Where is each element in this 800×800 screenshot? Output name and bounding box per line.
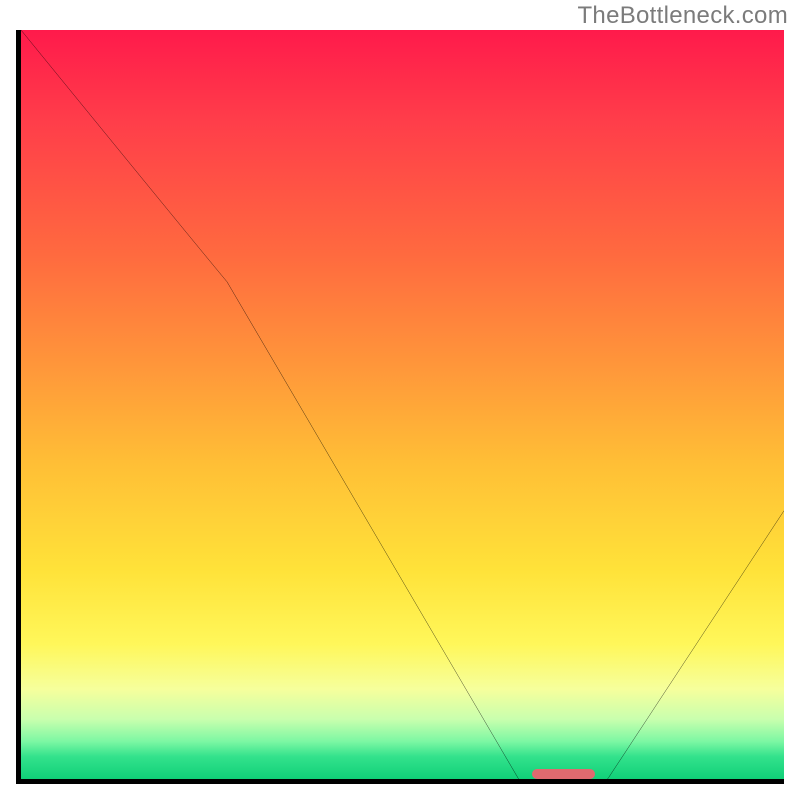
minimum-marker xyxy=(532,769,595,779)
plot-area xyxy=(16,30,784,784)
watermark-text: TheBottleneck.com xyxy=(577,2,788,30)
chart-stage: TheBottleneck.com xyxy=(0,0,800,800)
bottleneck-curve xyxy=(21,30,784,784)
curve-path xyxy=(21,30,784,784)
